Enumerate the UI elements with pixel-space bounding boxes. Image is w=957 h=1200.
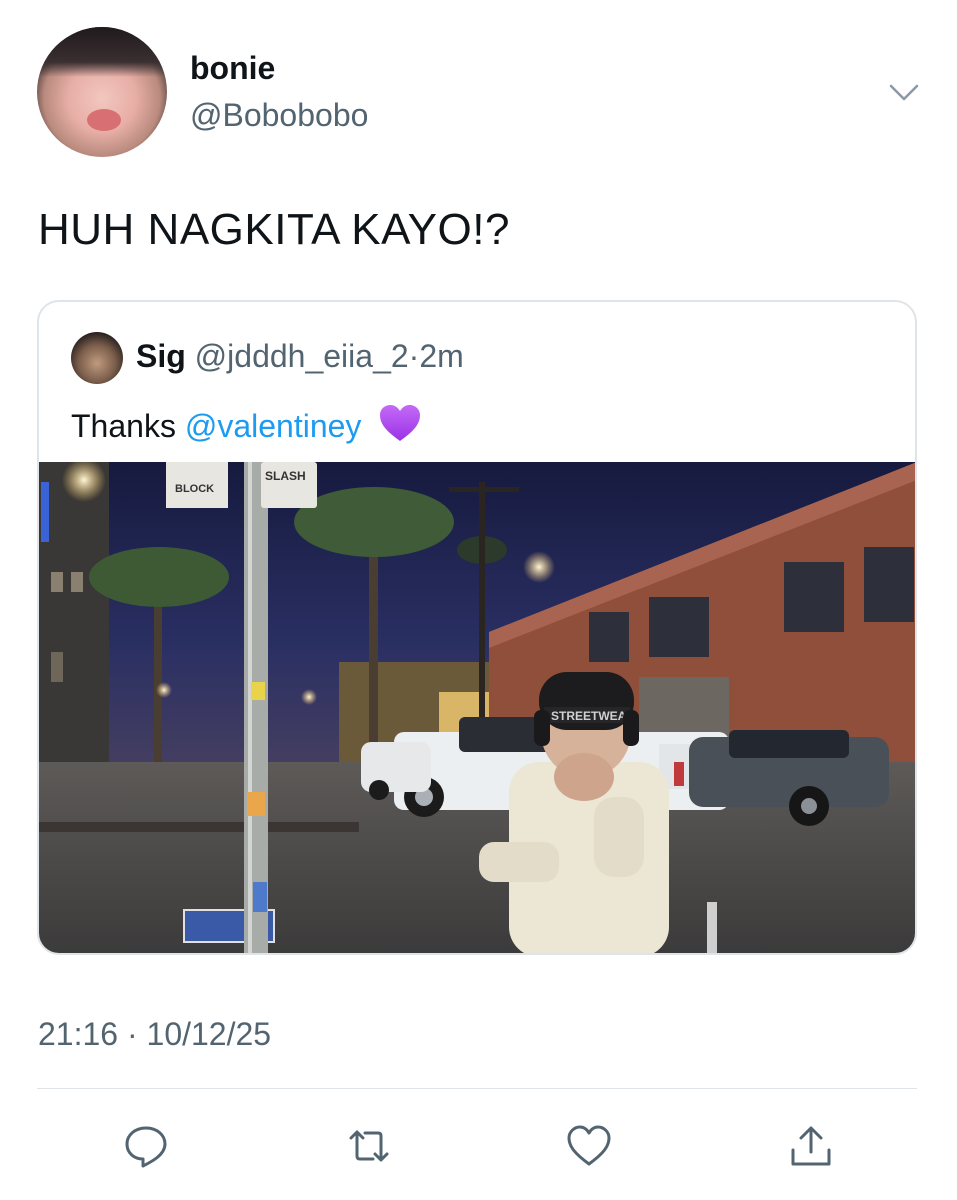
quoted-author-avatar[interactable] [71, 332, 123, 384]
author-display-name[interactable]: bonie [190, 50, 275, 87]
actions-divider [37, 1088, 917, 1089]
beanie-text: STREETWEAR [551, 709, 635, 723]
quoted-text-prefix: Thanks [71, 408, 176, 444]
quoted-author-name[interactable]: Sig [136, 338, 186, 374]
quoted-tweet-card[interactable]: Sig @jdddh_eiia_2·2m Thanks @valentiney [37, 300, 917, 955]
quoted-separator: · [408, 338, 420, 374]
chevron-down-icon[interactable] [888, 80, 920, 104]
avatar-lips [87, 109, 121, 131]
right-sign-text: SLASH [265, 469, 306, 483]
share-upload-icon [791, 1126, 831, 1166]
author-handle[interactable]: @Bobobobo [190, 97, 368, 134]
heart-outline-icon [567, 1125, 611, 1166]
purple-heart-icon [380, 405, 421, 441]
quoted-tweet-header: Sig @jdddh_eiia_2·2m [136, 338, 464, 375]
quoted-mention-link[interactable]: @valentiney [185, 408, 362, 444]
retweet-button[interactable] [343, 1120, 395, 1172]
reply-button[interactable] [120, 1120, 172, 1172]
tweet-timestamp[interactable]: 21:16 · 10/12/25 [38, 1016, 271, 1053]
author-avatar[interactable] [37, 27, 167, 157]
quoted-age: 2m [419, 338, 464, 374]
share-button[interactable] [785, 1120, 837, 1172]
speech-bubble-icon [125, 1126, 167, 1168]
avatar-hair [37, 27, 167, 77]
quoted-tweet-text: Thanks @valentiney [71, 403, 422, 445]
quoted-photo[interactable]: BLOCK SLASH STREETWEAR [39, 462, 917, 955]
like-button[interactable] [563, 1120, 615, 1172]
quoted-author-handle[interactable]: @jdddh_eiia_2 [195, 338, 409, 374]
left-sign-text: BLOCK [175, 483, 214, 495]
tweet-text: HUH NAGKITA KAYO!? [38, 205, 510, 254]
retweet-arrows-icon [349, 1130, 389, 1162]
